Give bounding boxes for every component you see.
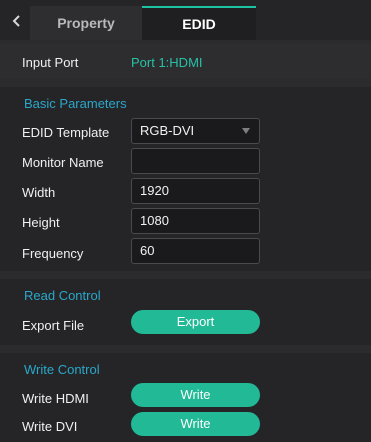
monitor-name-field[interactable] [131, 148, 260, 174]
caret-down-icon [242, 128, 250, 134]
edid-template-label: EDID Template [22, 125, 110, 140]
tab-edid[interactable]: EDID [142, 6, 256, 40]
chevron-left-icon[interactable] [6, 9, 28, 33]
write-dvi-label: Write DVI [22, 419, 78, 434]
monitor-name-label: Monitor Name [22, 155, 104, 170]
write-hdmi-button[interactable]: Write [131, 383, 260, 407]
width-field[interactable]: 1920 [131, 178, 260, 204]
tab-bar: Property EDID [0, 0, 371, 40]
input-port-row: Input Port Port 1:HDMI [0, 44, 371, 79]
input-port-label: Input Port [22, 55, 79, 70]
edid-template-select[interactable]: RGB-DVI [131, 118, 260, 144]
frequency-field[interactable]: 60 [131, 238, 260, 264]
read-control-section: Read Control Export File Export [0, 279, 371, 345]
write-control-title: Write Control [24, 362, 100, 377]
write-dvi-button[interactable]: Write [131, 412, 260, 436]
read-control-title: Read Control [24, 288, 101, 303]
basic-parameters-section: Basic Parameters EDID Template RGB-DVI M… [0, 87, 371, 271]
frequency-label: Frequency [22, 246, 84, 261]
export-button[interactable]: Export [131, 310, 260, 334]
basic-parameters-title: Basic Parameters [24, 96, 127, 111]
input-port-value: Port 1:HDMI [131, 55, 203, 70]
height-label: Height [22, 215, 60, 230]
height-field[interactable]: 1080 [131, 208, 260, 234]
write-control-section: Write Control Write HDMI Write Write DVI… [0, 353, 371, 442]
write-hdmi-label: Write HDMI [22, 391, 89, 406]
tab-property[interactable]: Property [30, 6, 142, 40]
edid-template-value: RGB-DVI [140, 123, 195, 138]
export-file-label: Export File [22, 318, 85, 333]
width-label: Width [22, 185, 56, 200]
